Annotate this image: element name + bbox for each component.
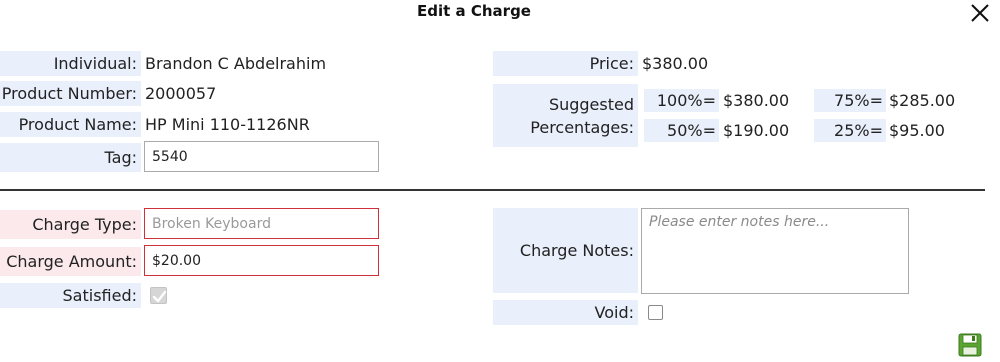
suggested-label-line2: Percentages:	[530, 118, 634, 137]
void-checkbox[interactable]	[648, 305, 663, 320]
individual-label: Individual:	[0, 51, 141, 76]
suggested-label-line1: Suggested	[548, 95, 634, 114]
product-number-label: Product Number:	[0, 81, 141, 106]
charge-amount-label: Charge Amount:	[0, 247, 141, 276]
price-value: $380.00	[642, 54, 709, 73]
pct-label-100: 100%=	[644, 89, 719, 112]
checkmark-icon	[152, 290, 167, 303]
close-icon[interactable]	[966, 0, 996, 28]
product-name-label: Product Name:	[0, 112, 141, 137]
pct-value-50: $190.00	[723, 121, 790, 140]
charge-type-input[interactable]	[144, 208, 379, 239]
pct-label-75: 75%=	[814, 89, 886, 112]
charge-amount-input[interactable]	[144, 245, 379, 276]
pct-value-100: $380.00	[723, 91, 790, 110]
tag-input[interactable]	[144, 141, 379, 172]
tag-label: Tag:	[0, 143, 141, 172]
pct-value-25: $95.00	[889, 121, 945, 140]
void-label: Void:	[493, 300, 638, 325]
pct-value-75: $285.00	[889, 91, 956, 110]
save-disk-icon[interactable]	[958, 333, 982, 357]
product-number-value: 2000057	[145, 84, 217, 103]
charge-notes-label: Charge Notes:	[493, 208, 638, 293]
satisfied-checkbox[interactable]	[150, 287, 167, 304]
charge-type-label: Charge Type:	[0, 210, 141, 239]
dialog-title: Edit a Charge	[417, 2, 531, 20]
satisfied-label: Satisfied:	[0, 283, 141, 308]
product-name-value: HP Mini 110-1126NR	[145, 115, 310, 134]
charge-notes-textarea[interactable]	[641, 208, 909, 294]
pct-label-25: 25%=	[814, 119, 886, 142]
suggested-percentages-label: Suggested Percentages:	[493, 84, 638, 147]
price-label: Price:	[493, 51, 638, 76]
pct-label-50: 50%=	[644, 119, 719, 142]
individual-value: Brandon C Abdelrahim	[145, 54, 327, 73]
section-divider	[0, 189, 985, 191]
